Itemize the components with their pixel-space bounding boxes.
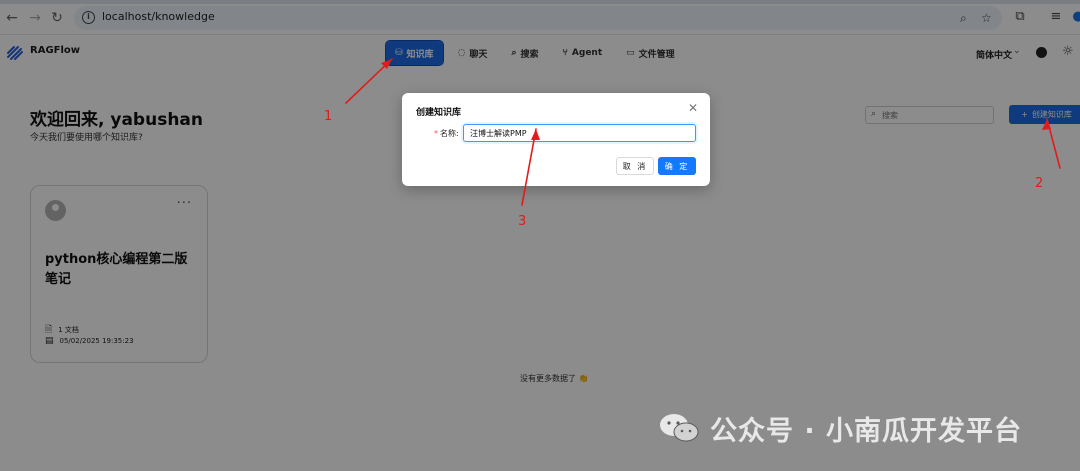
cancel-button[interactable]: 取 消 [616,157,654,175]
modal-title: 创建知识库 [416,108,462,118]
name-label: 名称: [440,129,459,138]
close-icon[interactable]: ✕ [688,101,698,115]
required-mark: * [434,129,438,138]
create-knowledge-modal: 创建知识库 ✕ * 名称: 取 消 确 定 [402,93,710,186]
modal-overlay[interactable] [0,0,1080,471]
name-field[interactable] [463,124,696,142]
confirm-button[interactable]: 确 定 [658,157,696,175]
wechat-icon [660,414,699,442]
annotation-label-2: 2 [1035,176,1044,191]
annotation-label-3: 3 [518,214,527,229]
watermark-text: 公众号 · 小南瓜开发平台 [710,415,1023,447]
annotation-label-1: 1 [324,109,333,124]
watermark: 公众号 · 小南瓜开发平台 [658,410,1023,447]
